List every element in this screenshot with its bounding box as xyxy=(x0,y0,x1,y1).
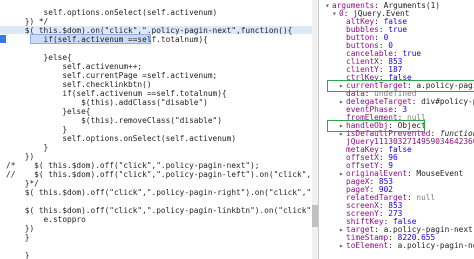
code-line: self.options.onSelect(self.activenum) xyxy=(6,8,218,17)
property-separator: : xyxy=(407,193,417,202)
code-line: $(this).removeClass("disable") xyxy=(6,116,222,125)
property-value: true xyxy=(388,25,408,34)
annotation-box-handle-obj xyxy=(327,120,425,132)
triangle-right-icon[interactable]: ▸ xyxy=(339,98,346,106)
property-value: MouseEvent xyxy=(416,169,464,178)
source-code-pane[interactable]: self.options.onSelect(self.activenum) })… xyxy=(0,0,318,259)
triangle-down-icon[interactable]: ▾ xyxy=(332,10,339,18)
code-line: self.currentPage =self.activenum; xyxy=(6,71,218,80)
property-separator: : xyxy=(411,97,422,106)
triangle-down-icon[interactable]: ▾ xyxy=(325,2,332,10)
code-line: if(self.activenum ==self.totalnum){ xyxy=(6,89,227,98)
property-separator: : xyxy=(388,241,398,250)
code-line: } xyxy=(6,251,30,259)
code-line: if(self.activenum ==self.totalnum){ xyxy=(6,35,208,44)
code-line: e.stoppro xyxy=(6,215,86,224)
code-line: self.options.onSelect(self.activenum) xyxy=(6,134,237,143)
triangle-right-icon[interactable]: ▸ xyxy=(339,170,346,178)
triangle-right-icon[interactable]: ▸ xyxy=(339,242,346,250)
property-name: toElement xyxy=(346,241,389,250)
code-line: } xyxy=(6,233,30,242)
code-line: $( this.$dom).off("click",".policy-pagin… xyxy=(24,206,318,215)
code-line: } xyxy=(6,143,49,152)
property-value: null xyxy=(416,193,436,202)
property-value: a.policy-pagin-next xyxy=(397,241,474,250)
code-line: }) */ xyxy=(6,17,49,26)
property-separator: : xyxy=(407,169,417,178)
code-line: }) xyxy=(6,152,35,161)
annotation-box-current-target xyxy=(327,80,474,92)
code-line: }else{ xyxy=(6,107,91,116)
code-line: self.activenum++; xyxy=(6,62,143,71)
property-value: div#policy-pagin xyxy=(421,97,474,106)
code-line: self.checklinkbtn() xyxy=(6,80,152,89)
code-line: }else{ xyxy=(6,53,72,62)
scope-item[interactable]: ▸toElement: a.policy-pagin-next xyxy=(339,242,474,250)
code-line: /* $( this.$dom).off("click",".policy-pa… xyxy=(6,161,260,170)
code-line: // $( this.$dom).off("click",".policy-pa… xyxy=(6,170,318,179)
code-line: }) xyxy=(6,224,35,233)
triangle-right-icon[interactable]: ▸ xyxy=(339,226,346,234)
property-value: true xyxy=(402,49,422,58)
code-line: $( this.$dom).off("click",".policy-pagin… xyxy=(24,188,318,197)
scope-variables-pane[interactable]: ▾ arguments: Arguments(1) ▾ 0: jQuery.Event… xyxy=(319,0,474,259)
code-line: $(this).addClass("disable") xyxy=(6,98,208,107)
code-line: } xyxy=(6,125,68,134)
code-line: }*/ xyxy=(6,179,39,188)
code-line: $( this.$dom).on("click",".policy-pagin-… xyxy=(6,26,293,35)
